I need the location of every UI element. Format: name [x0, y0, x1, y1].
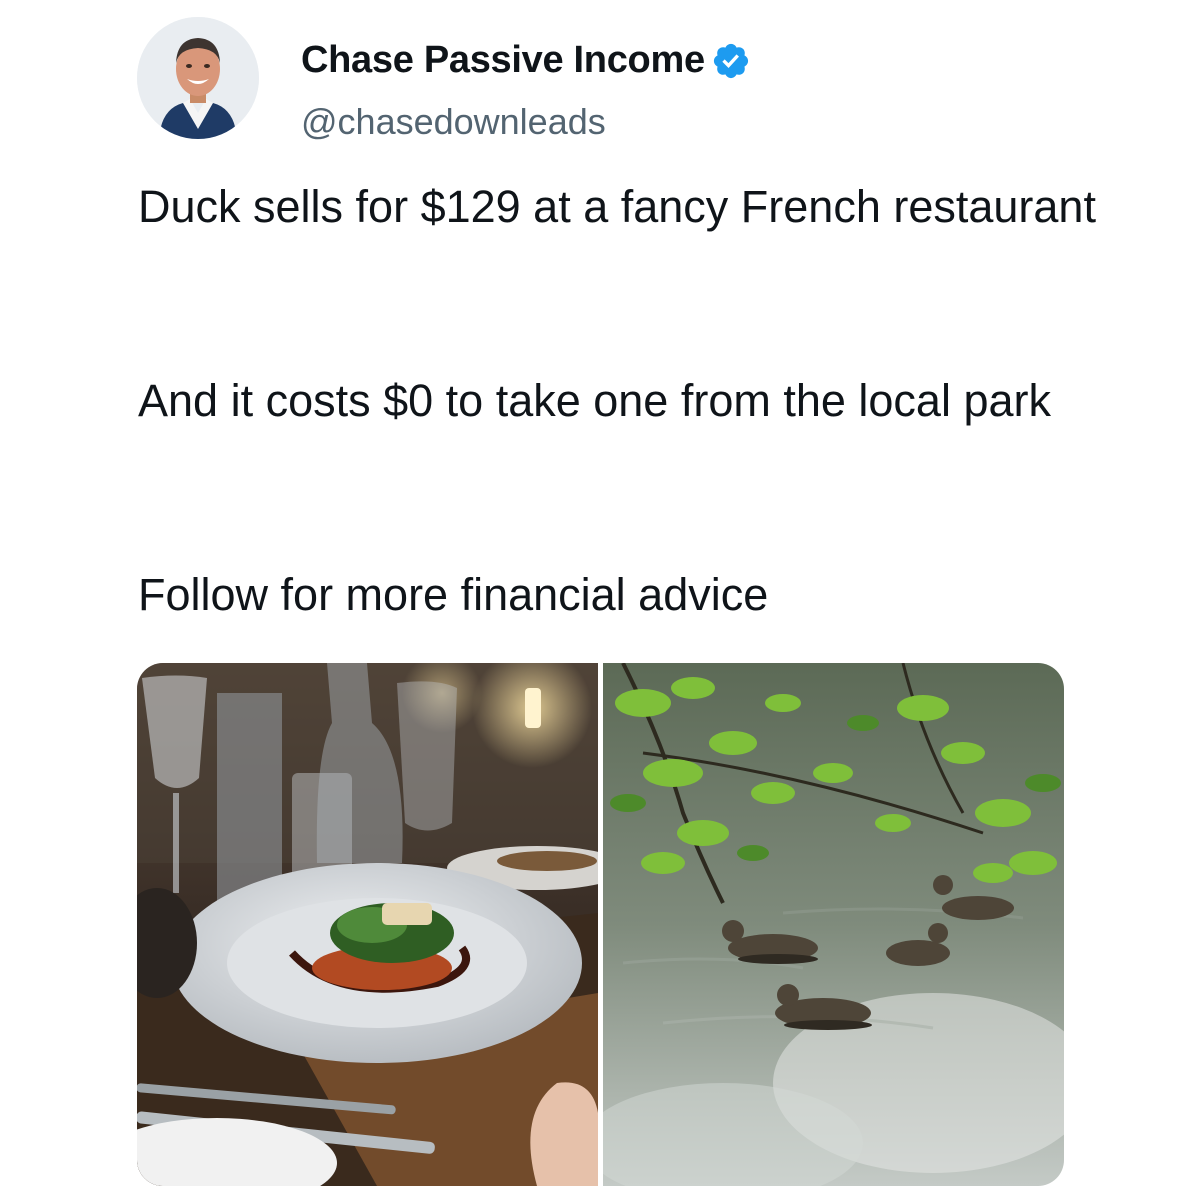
display-name-row: Chase Passive Income — [301, 39, 751, 82]
verified-badge-icon — [711, 41, 751, 81]
ducks-on-pond-photo[interactable] — [603, 663, 1064, 1186]
author-handle[interactable]: @chasedownleads — [301, 101, 606, 143]
tweet-card: Chase Passive Income @chasedownleads Duc… — [0, 0, 1200, 1200]
tweet-text-paragraph-3: Follow for more financial advice — [138, 569, 769, 620]
tweet-media-grid — [137, 663, 1064, 1186]
display-name[interactable]: Chase Passive Income — [301, 39, 705, 82]
tweet-text-paragraph-1: Duck sells for $129 at a fancy French re… — [138, 181, 1096, 232]
restaurant-dish-photo[interactable] — [137, 663, 598, 1186]
tweet-text-paragraph-2: And it costs $0 to take one from the loc… — [138, 375, 1051, 426]
tweet-header: Chase Passive Income @chasedownleads — [137, 17, 1037, 142]
author-avatar[interactable] — [137, 17, 259, 139]
